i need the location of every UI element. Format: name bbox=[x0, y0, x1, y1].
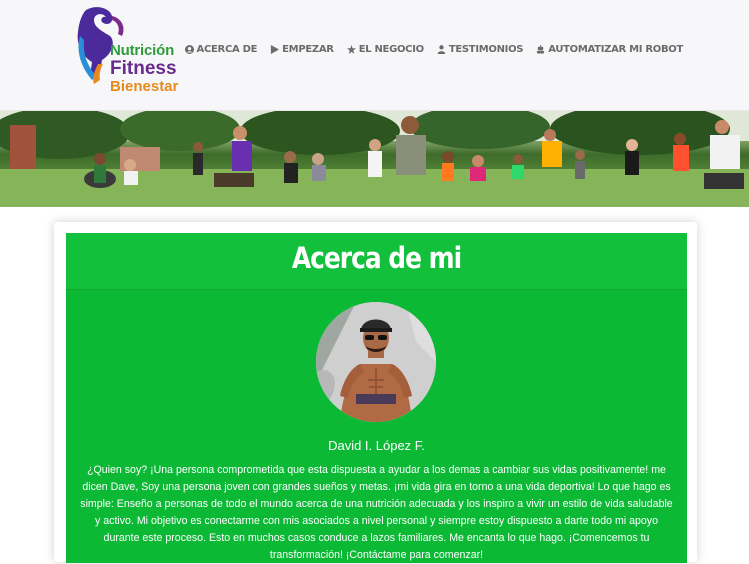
brand-logo[interactable]: Nutrición Fitness Bienestar bbox=[70, 6, 185, 98]
brand-line-2: Fitness bbox=[110, 58, 177, 79]
brand-line-1: Nutrición bbox=[110, 42, 175, 59]
nav-label: EMPEZAR bbox=[282, 44, 334, 55]
nav-label: EL NEGOCIO bbox=[358, 44, 424, 55]
site-header: Nutrición Fitness Bienestar ACERCA DE EM… bbox=[0, 0, 749, 111]
nav-item-automatizar-mi-robot[interactable]: AUTOMATIZAR MI ROBOT bbox=[536, 44, 683, 55]
profile-photo bbox=[316, 302, 436, 422]
star-icon bbox=[346, 45, 356, 54]
play-icon bbox=[271, 45, 280, 54]
robot-icon bbox=[537, 45, 545, 54]
nav-label: ACERCA DE bbox=[196, 44, 258, 55]
brand-line-3: Bienestar bbox=[110, 78, 179, 95]
about-title: Acerca de mi bbox=[291, 241, 462, 275]
hero-banner-image bbox=[0, 111, 749, 207]
about-card: Acerca de mi David I. López F. ¿Quien so… bbox=[66, 233, 687, 563]
user-circle-icon bbox=[184, 45, 194, 54]
nav-item-el-negocio[interactable]: EL NEGOCIO bbox=[346, 44, 424, 55]
profile-name: David I. López F. bbox=[328, 438, 425, 453]
nav-label: TESTIMONIOS bbox=[448, 44, 524, 55]
nav-label: AUTOMATIZAR MI ROBOT bbox=[548, 44, 683, 55]
profile-avatar bbox=[316, 302, 436, 422]
main-navigation: ACERCA DE EMPEZAR EL NEGOCIO TESTIMONIOS… bbox=[184, 44, 683, 55]
nav-item-testimonios[interactable]: TESTIMONIOS bbox=[437, 44, 523, 55]
brand-wordmark: Nutrición Fitness Bienestar bbox=[110, 43, 178, 94]
group-workout-photo bbox=[0, 111, 749, 207]
nav-item-empezar[interactable]: EMPEZAR bbox=[270, 44, 334, 55]
nav-item-acerca-de[interactable]: ACERCA DE bbox=[184, 44, 258, 55]
person-icon bbox=[437, 45, 446, 54]
about-card-header: Acerca de mi bbox=[66, 233, 687, 290]
profile-bio: ¿Quien soy? ¡Una persona comprometida qu… bbox=[80, 464, 673, 561]
